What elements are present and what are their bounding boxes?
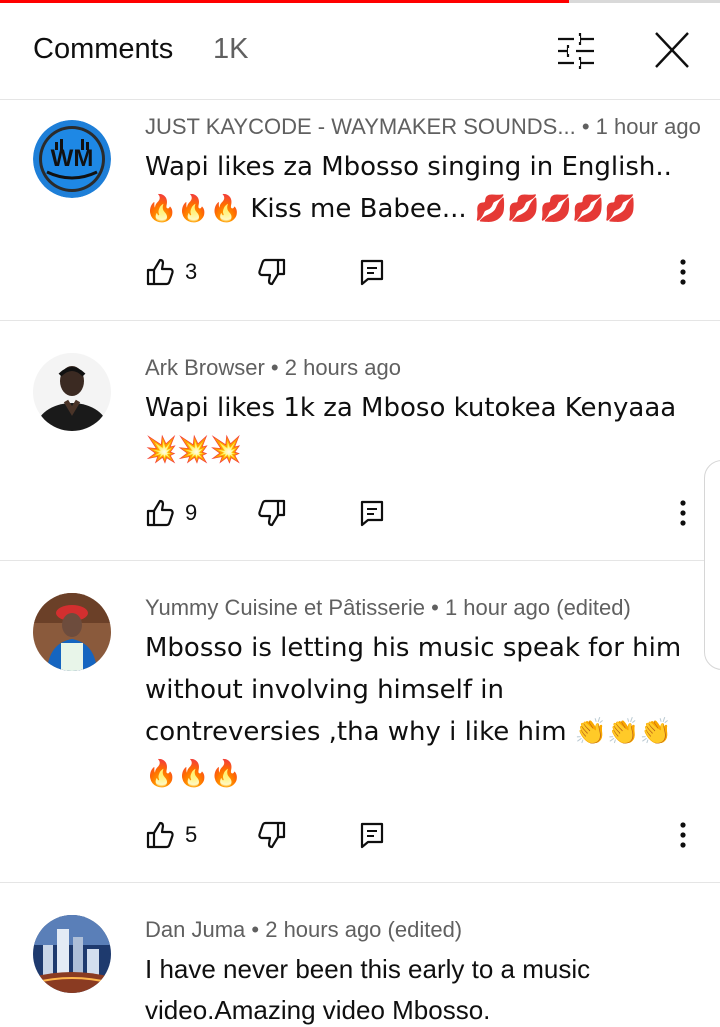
comment-time: • 1 hour ago (edited) [431, 595, 631, 620]
comment-time: • 1 hour ago [581, 114, 701, 139]
comment-actions: 5 [145, 815, 705, 855]
like-button[interactable]: 9 [145, 493, 197, 533]
reply-icon [360, 259, 384, 286]
wm-logo-avatar: WM [33, 120, 111, 198]
reply-icon [360, 822, 384, 849]
avatar[interactable] [33, 593, 111, 671]
comment-time: • 2 hours ago (edited) [251, 917, 463, 942]
like-button[interactable]: 3 [145, 252, 197, 292]
vertical-dots-icon [680, 822, 686, 848]
tune-icon [558, 33, 594, 69]
close-comments-button[interactable] [648, 29, 696, 73]
thumbs-up-icon [146, 821, 174, 849]
comment-actions: 3 [145, 252, 705, 292]
comments-list: WM JUST KAYCODE - WAYMAKER SOUNDS... • 1… [0, 100, 720, 1027]
more-options-button[interactable] [671, 252, 695, 292]
comments-count: 1K [213, 33, 249, 65]
reply-button[interactable] [359, 815, 385, 855]
thumbs-down-icon [258, 499, 286, 527]
comment-author[interactable]: Ark Browser [145, 355, 265, 380]
vertical-dots-icon [680, 259, 686, 285]
comments-title: Comments [33, 33, 174, 65]
comment-author[interactable]: JUST KAYCODE - WAYMAKER SOUNDS... [145, 114, 576, 139]
comment-text: I have never been this early to a music … [145, 954, 591, 1025]
sort-filter-button[interactable] [552, 29, 600, 73]
comment-author[interactable]: Dan Juma [145, 917, 245, 942]
reply-icon [360, 500, 384, 527]
close-icon [655, 32, 689, 68]
like-count: 3 [185, 259, 198, 284]
more-options-button[interactable] [671, 815, 695, 855]
comment-item: WM JUST KAYCODE - WAYMAKER SOUNDS... • 1… [0, 100, 720, 321]
dislike-button[interactable] [257, 815, 287, 855]
city-skyline-avatar [33, 915, 111, 993]
like-count: 5 [185, 822, 198, 847]
comment-meta: Ark Browser • 2 hours ago [145, 355, 401, 381]
dislike-button[interactable] [257, 252, 287, 292]
more-options-button[interactable] [671, 493, 695, 533]
dislike-button[interactable] [257, 493, 287, 533]
comment-text: Wapi likes za Mbosso singing in English.… [145, 152, 672, 224]
comment-author[interactable]: Yummy Cuisine et Pâtisserie [145, 595, 425, 620]
thumbs-down-icon [258, 258, 286, 286]
avatar[interactable]: WM [33, 120, 111, 198]
avatar[interactable] [33, 353, 111, 431]
comment-actions: 9 [145, 493, 705, 533]
vertical-dots-icon [680, 500, 686, 526]
like-count: 9 [185, 500, 198, 525]
thumbs-down-icon [258, 821, 286, 849]
comment-item: Dan Juma • 2 hours ago (edited) I have n… [0, 883, 720, 1027]
thumbs-up-icon [146, 499, 174, 527]
comment-meta: Dan Juma • 2 hours ago (edited) [145, 917, 462, 943]
like-button[interactable]: 5 [145, 815, 197, 855]
comment-text: Wapi likes 1k za Mboso kutokea Kenyaaa 💥… [145, 393, 677, 465]
comment-text: Mbosso is letting his music speak for hi… [145, 633, 682, 789]
comment-item: Ark Browser • 2 hours ago Wapi likes 1k … [0, 321, 720, 561]
comments-header: Comments 1K [0, 3, 720, 100]
thumbs-up-icon [146, 258, 174, 286]
reply-button[interactable] [359, 252, 385, 292]
reply-button[interactable] [359, 493, 385, 533]
side-panel-handle[interactable] [704, 460, 720, 670]
comment-meta: JUST KAYCODE - WAYMAKER SOUNDS... • 1 ho… [145, 114, 701, 140]
comment-item: Yummy Cuisine et Pâtisserie • 1 hour ago… [0, 561, 720, 883]
avatar[interactable] [33, 915, 111, 993]
chef-woman-avatar [33, 593, 111, 671]
comment-meta: Yummy Cuisine et Pâtisserie • 1 hour ago… [145, 595, 631, 621]
comment-time: • 2 hours ago [270, 355, 401, 380]
man-praying-avatar [33, 353, 111, 431]
